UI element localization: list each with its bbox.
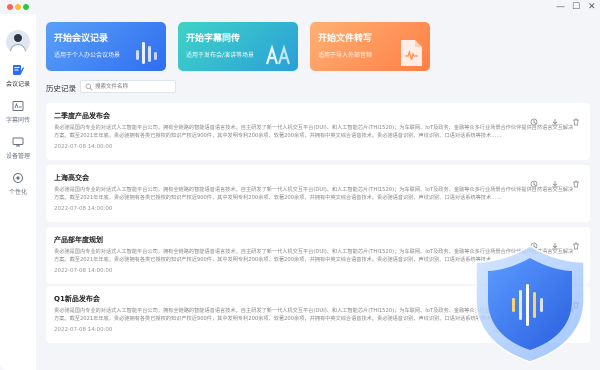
record-timestamp: 2022-07-08 14:00:00 xyxy=(54,206,113,212)
start-file-transcribe-card[interactable]: 开始文件转写 适用于导入外部音频 xyxy=(310,22,430,71)
record-summary: 贵必驰是国内专业的对话式人工智能平台公司，拥有全链路的智能语音语言技术。自主研发… xyxy=(54,125,574,139)
record-title: 二季度产品发布会 xyxy=(54,112,110,120)
personalize-icon xyxy=(13,173,23,183)
maximize-icon[interactable]: ☐ xyxy=(572,1,580,13)
start-meeting-record-card[interactable]: 开始会议记录 适用于个人办公会议场景 xyxy=(46,22,166,71)
record-title: Q1新品发布会 xyxy=(54,295,100,303)
record-title: 产品部年度规划 xyxy=(54,236,103,244)
card-subtitle: 适用于发布会/演讲等场景 xyxy=(186,52,255,59)
card-subtitle: 适用于导入外部音频 xyxy=(318,52,373,59)
sidebar-item-label: 设备管理 xyxy=(5,153,30,160)
history-title: 历史记录 xyxy=(46,84,76,93)
record-summary: 贵必驰是国内专业的对话式人工智能平台公司，拥有全链路的智能语音语言技术。自主研发… xyxy=(54,187,574,201)
card-title: 开始文件转写 xyxy=(318,34,373,44)
search-icon xyxy=(85,83,93,91)
waveform-icon xyxy=(136,42,157,64)
sidebar-item-personalize[interactable]: 个性化 xyxy=(0,172,36,200)
minimize-traffic-light[interactable] xyxy=(15,4,21,10)
record-timestamp: 2022-07-08 14:00:00 xyxy=(54,144,113,150)
record-card[interactable]: 上海高交会 贵必驰是国内专业的对话式人工智能平台公司，拥有全链路的智能语音语言技… xyxy=(46,165,590,222)
avatar[interactable] xyxy=(6,30,30,54)
card-title: 开始会议记录 xyxy=(54,34,109,44)
card-title: 开始字幕同传 xyxy=(186,34,241,44)
close-icon[interactable]: ✕ xyxy=(588,1,596,13)
minimize-icon[interactable]: — xyxy=(556,1,565,13)
close-traffic-light[interactable] xyxy=(7,4,13,10)
start-subtitle-card[interactable]: 开始字幕同传 适用于发布会/演讲等场景 xyxy=(178,22,298,71)
device-icon xyxy=(12,137,24,147)
card-subtitle: 适用于个人办公会议场景 xyxy=(54,52,121,59)
record-title: 上海高交会 xyxy=(54,174,89,182)
title-bar: — ☐ ✕ xyxy=(0,0,600,14)
record-timestamp: 2022-07-08 14:00:00 xyxy=(54,268,113,274)
zoom-traffic-light[interactable] xyxy=(23,4,29,10)
aa-text-icon xyxy=(266,44,291,65)
record-timestamp: 2022-07-08 14:00:00 xyxy=(54,327,113,333)
sidebar-item-meeting-notes[interactable]: 会议记录 xyxy=(0,64,36,92)
sidebar-item-devices[interactable]: 设备管理 xyxy=(0,136,36,164)
sidebar-item-label: 会议记录 xyxy=(5,81,30,88)
app-window: — ☐ ✕ 会议记录 字幕同传 设备管理 个性化 开始会议记录 适用于个人办公会… xyxy=(0,0,600,370)
audio-file-icon xyxy=(401,40,422,66)
search-input[interactable] xyxy=(95,82,173,91)
security-shield-icon xyxy=(475,245,585,363)
search-box[interactable] xyxy=(80,80,176,93)
sidebar-item-label: 个性化 xyxy=(8,189,27,196)
sidebar: 会议记录 字幕同传 设备管理 个性化 xyxy=(0,14,36,370)
subtitle-icon xyxy=(12,101,24,111)
sidebar-item-label: 字幕同传 xyxy=(5,117,30,124)
meeting-notes-icon xyxy=(13,65,24,75)
sidebar-item-subtitles[interactable]: 字幕同传 xyxy=(0,100,36,128)
record-card[interactable]: 二季度产品发布会 贵必驰是国内专业的对话式人工智能平台公司，拥有全链路的智能语音… xyxy=(46,103,590,160)
